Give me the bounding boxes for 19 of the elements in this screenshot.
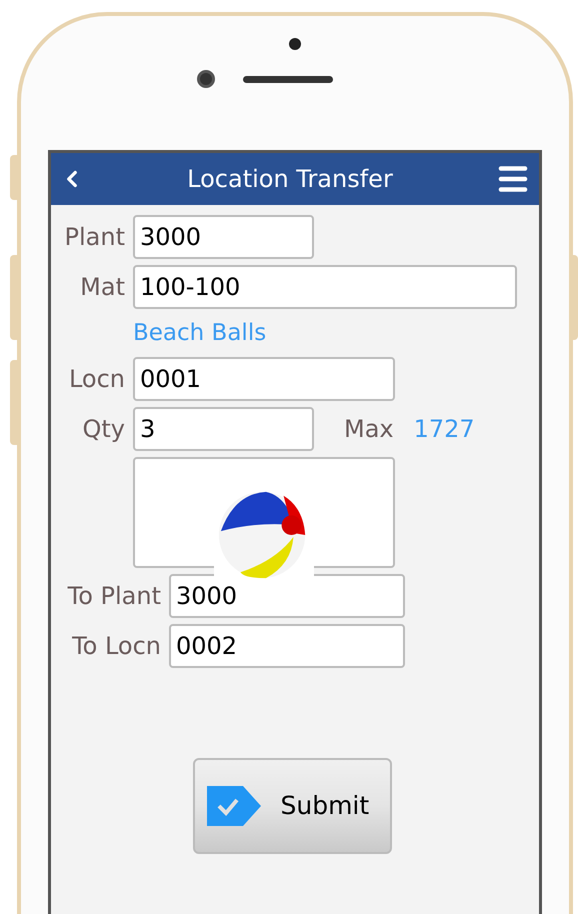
field-label: Locn (68, 364, 125, 395)
max-value: 1727 (414, 414, 475, 445)
field-label: Plant (64, 222, 125, 253)
field-label: To Locn (71, 631, 161, 662)
screen-title: Location Transfer (187, 164, 393, 195)
input-field[interactable]: 0002 (169, 624, 405, 668)
field-label: Qty (81, 414, 125, 445)
field-label: To Plant (66, 581, 161, 612)
material-description: Beach Balls (133, 318, 266, 348)
input-field[interactable]: 100-100 (133, 265, 517, 309)
input-field[interactable]: 0001 (133, 357, 395, 401)
input-field[interactable]: 3000 (133, 215, 314, 259)
submit-button[interactable]: Submit (192, 758, 392, 854)
max-label: Max (344, 414, 394, 445)
input-field[interactable]: 3 (133, 407, 314, 451)
input-field[interactable]: 3000 (169, 574, 405, 618)
camera-lens (197, 70, 215, 88)
field-label: Mat (79, 272, 125, 303)
checkmark-tag-icon (206, 786, 260, 826)
